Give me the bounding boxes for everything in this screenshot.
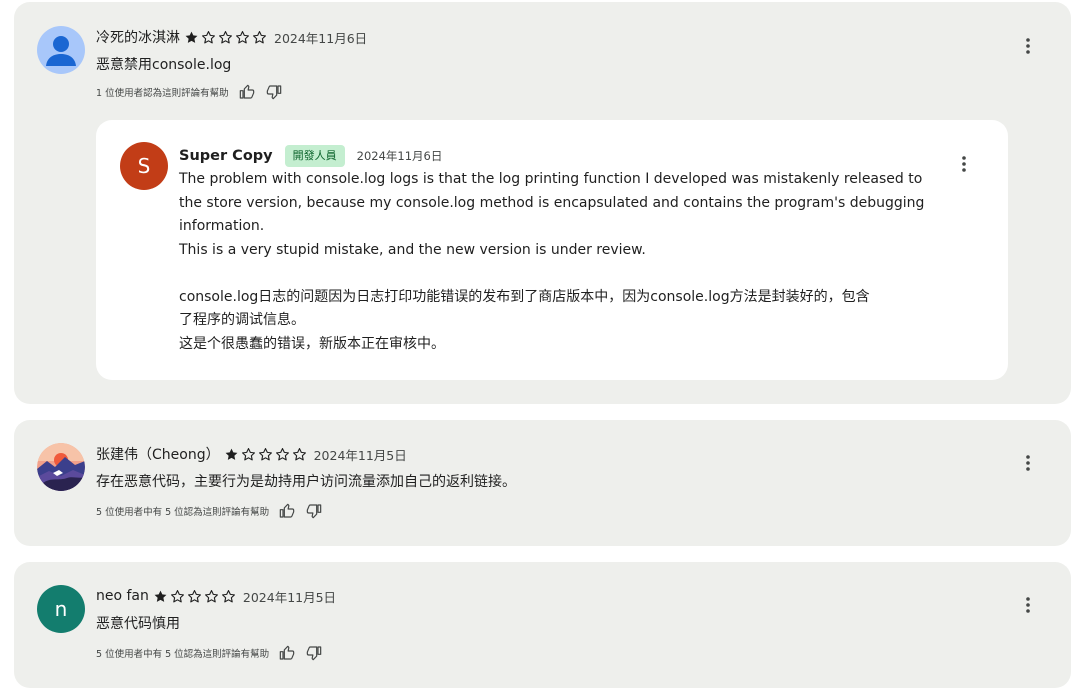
star-outline-icon: [275, 447, 289, 460]
thumbs-down-icon[interactable]: [305, 644, 323, 662]
more-options-icon[interactable]: [1016, 593, 1040, 617]
review-card: 张建伟（Cheong） 2024年11月5日 存在恶意代码，主要行为是劫持用户访…: [14, 420, 1071, 546]
review-text: 存在恶意代码，主要行为是劫持用户访问流量添加自己的返利链接。: [96, 474, 516, 490]
star-filled-icon: [225, 448, 238, 460]
star-outline-icon: [258, 447, 272, 460]
review-text: 恶意禁用console.log: [96, 57, 232, 73]
star-filled-icon: [154, 590, 167, 602]
star-rating: [224, 447, 309, 462]
review-author: neo fan: [96, 588, 149, 604]
reply-more-options-icon[interactable]: [952, 152, 976, 176]
thumbs-up-icon[interactable]: [278, 644, 296, 662]
review-card: n neo fan 2024年11月5日 恶意代码慎用 5 位使用者中有 5 位…: [14, 562, 1071, 688]
reply-text: The problem with console.log logs is tha…: [179, 168, 959, 356]
star-outline-icon: [221, 589, 235, 602]
star-outline-icon: [292, 447, 306, 460]
thumbs-down-icon[interactable]: [265, 83, 283, 101]
star-outline-icon: [204, 589, 218, 602]
reply-line: 这是个很愚蠢的错误，新版本正在审核中。: [179, 335, 445, 352]
developer-badge: 開發人員: [284, 145, 345, 167]
more-options-icon[interactable]: [1016, 34, 1040, 58]
developer-avatar: S: [120, 142, 168, 190]
avatar: [37, 443, 85, 491]
review-date: 2024年11月5日: [242, 589, 337, 605]
person-icon: [46, 36, 76, 66]
more-options-icon[interactable]: [1016, 451, 1040, 475]
review-author: 张建伟（Cheong）: [96, 447, 220, 463]
reply-line: The problem with console.log logs is tha…: [179, 171, 923, 187]
thumbs-down-icon[interactable]: [305, 502, 323, 520]
reply-line: console.log日志的问题因为日志打印功能错误的发布到了商店版本中，因为c…: [179, 288, 870, 305]
star-outline-icon: [219, 30, 232, 43]
developer-reply: S Super Copy 開發人員 2024年11月6日 The problem…: [96, 120, 1008, 380]
star-outline-icon: [253, 30, 266, 43]
landscape-photo-avatar: [37, 443, 85, 491]
helpful-count: 5 位使用者中有 5 位認為這則評論有幫助: [96, 649, 270, 660]
thumbs-up-icon[interactable]: [238, 83, 256, 101]
avatar: [37, 26, 85, 74]
helpful-count: 1 位使用者認為這則評論有幫助: [96, 88, 229, 99]
reply-line: information.: [179, 218, 265, 234]
review-date: 2024年11月5日: [313, 447, 407, 463]
review-author: 冷死的冰淇淋: [96, 30, 180, 46]
reply-line-blank: [179, 262, 959, 286]
thumbs-up-icon[interactable]: [278, 502, 296, 520]
developer-name: Super Copy: [179, 148, 273, 164]
star-filled-icon: [185, 31, 198, 43]
star-rating: [184, 30, 269, 45]
avatar: n: [37, 585, 85, 633]
star-outline-icon: [202, 30, 215, 43]
reply-line: This is a very stupid mistake, and the n…: [179, 241, 646, 258]
reply-date: 2024年11月6日: [356, 149, 443, 163]
star-outline-icon: [170, 589, 184, 602]
star-rating: [153, 589, 238, 604]
reply-line: the store version, because my console.lo…: [179, 194, 925, 211]
helpful-count: 5 位使用者中有 5 位認為這則評論有幫助: [96, 507, 270, 518]
review-date: 2024年11月6日: [274, 30, 368, 46]
reply-line: 了程序的调试信息。: [179, 312, 305, 328]
star-outline-icon: [241, 447, 255, 460]
star-outline-icon: [236, 30, 249, 43]
star-outline-icon: [187, 589, 201, 602]
review-card: 冷死的冰淇淋 2024年11月6日 恶意禁用console.log 1 位使用者…: [14, 2, 1071, 404]
review-text: 恶意代码慎用: [96, 616, 180, 632]
